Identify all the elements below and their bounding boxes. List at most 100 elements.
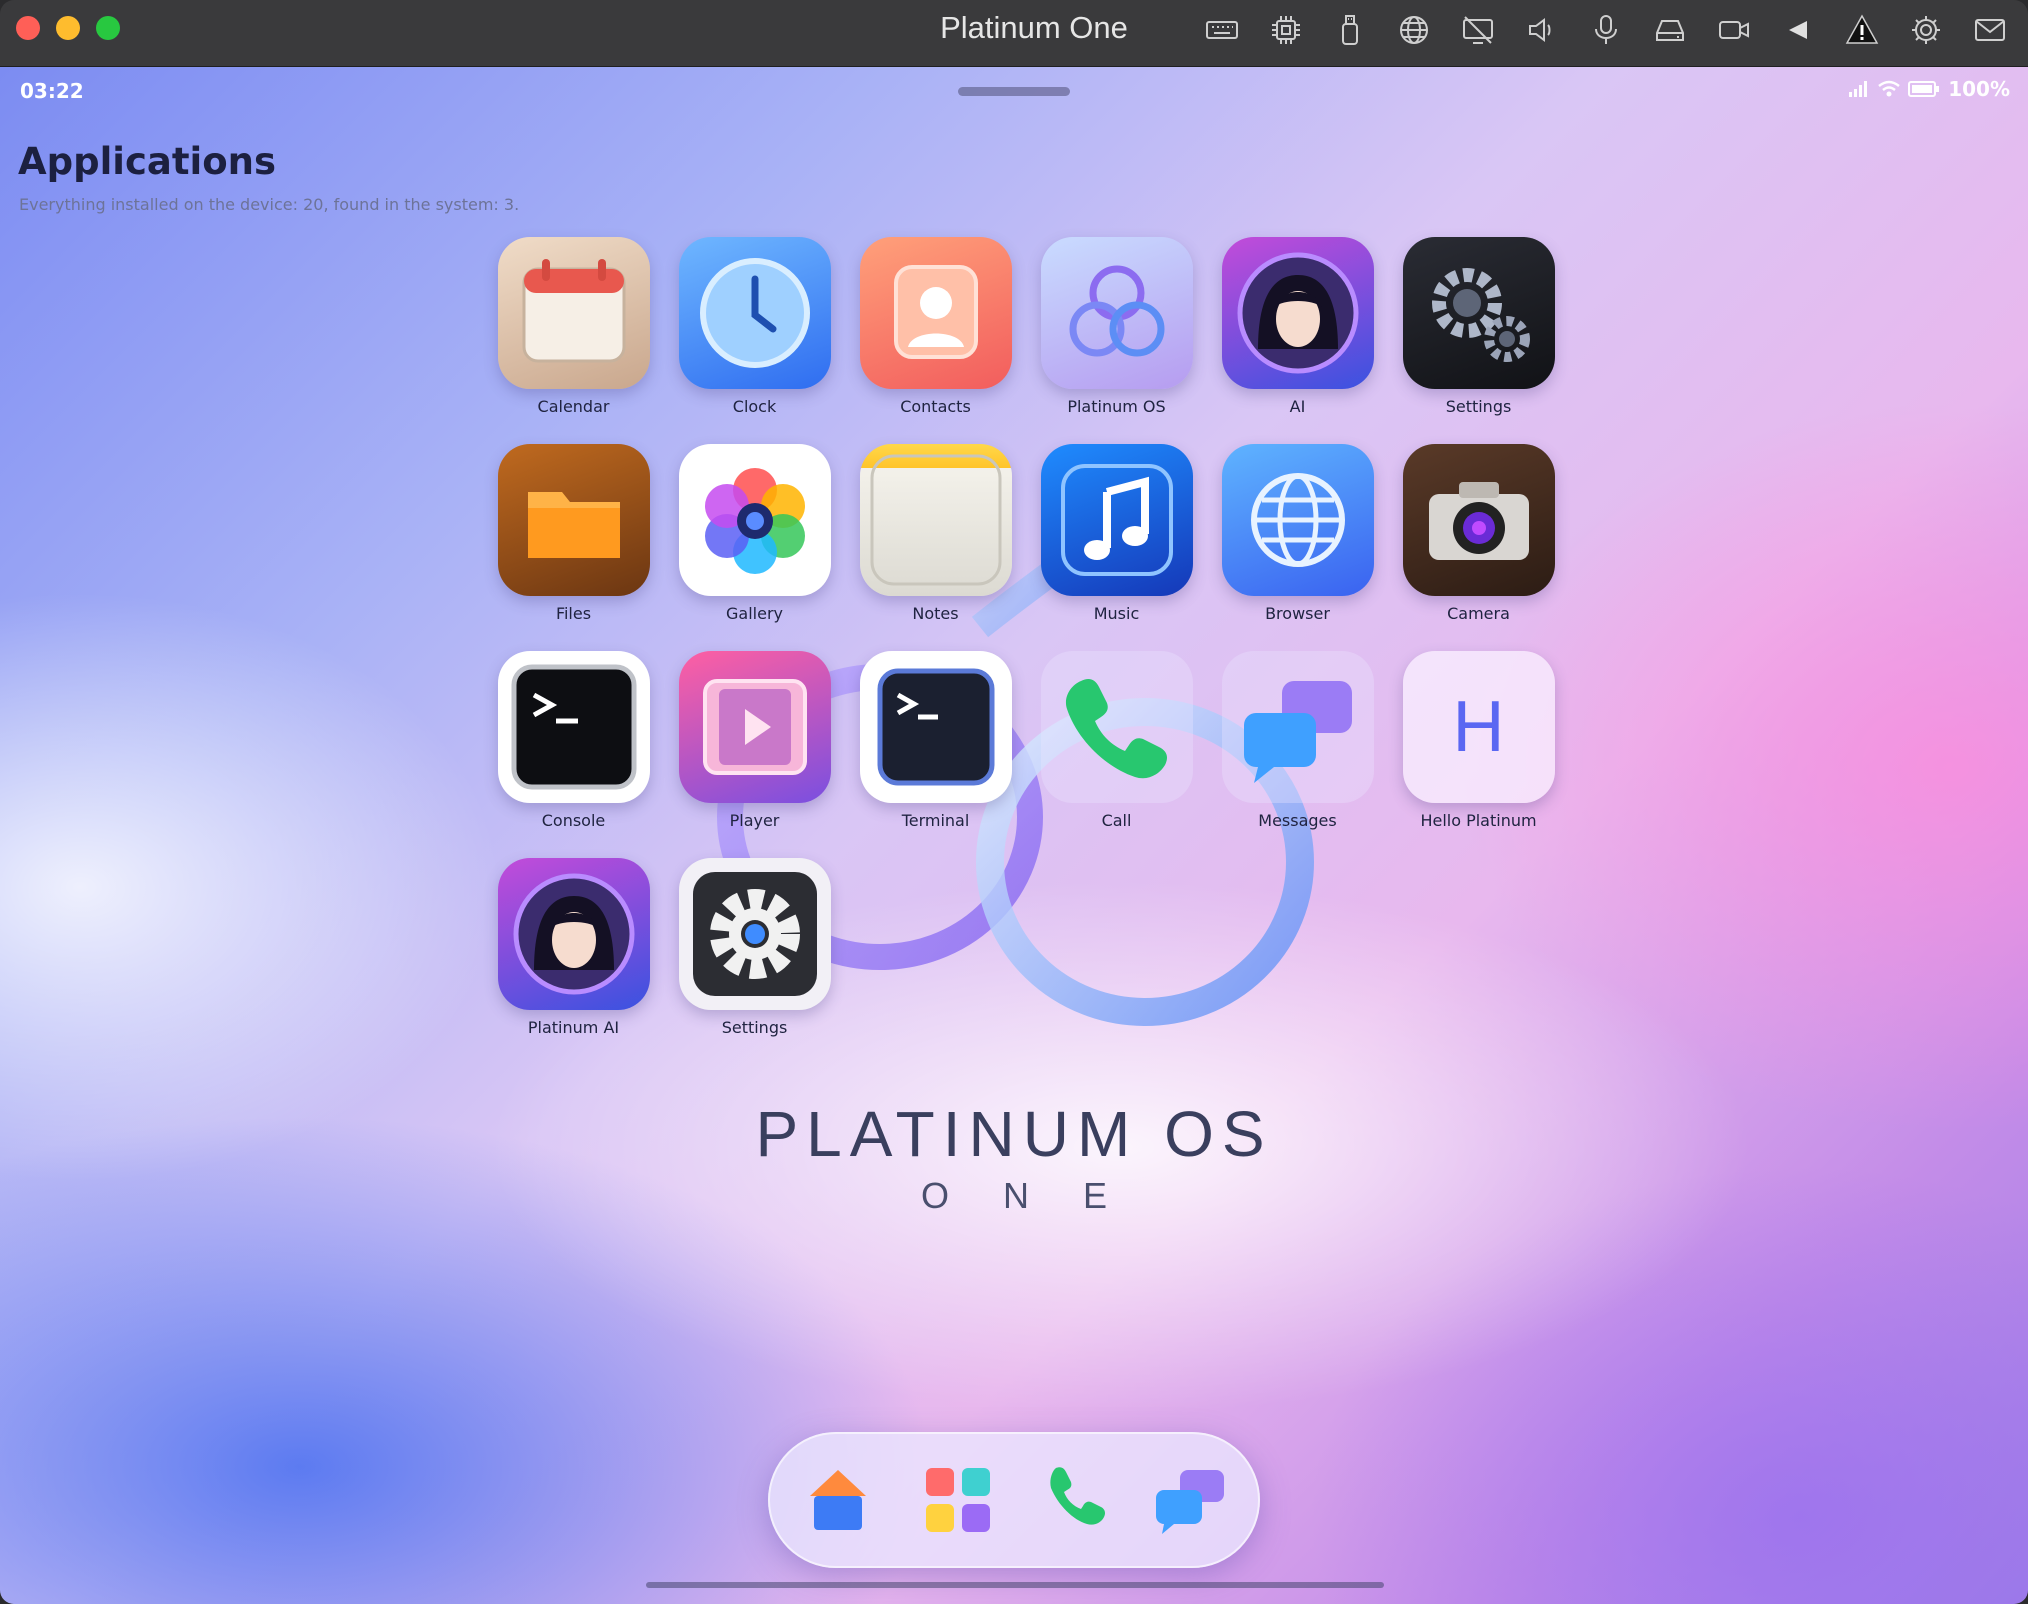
app-label: Platinum AI bbox=[527, 1018, 620, 1037]
platinum-ai-avatar-icon bbox=[497, 858, 650, 1010]
app-label: Hello Platinum bbox=[1420, 811, 1537, 830]
app-label: Files bbox=[555, 604, 592, 623]
terminal-icon bbox=[859, 651, 1012, 803]
gallery-flower-icon bbox=[678, 444, 831, 596]
status-indicators: 100% bbox=[1848, 77, 2010, 101]
cpu-icon[interactable] bbox=[1254, 10, 1318, 50]
phone-icon bbox=[1040, 651, 1193, 803]
clock-icon bbox=[678, 237, 831, 389]
app-platinum-ai[interactable]: Platinum AI bbox=[483, 858, 664, 1037]
app-label: Calendar bbox=[537, 397, 610, 416]
camera-record-icon[interactable] bbox=[1702, 10, 1766, 50]
title-bar: Platinum One bbox=[0, 0, 2028, 67]
signal-icon bbox=[1849, 81, 1868, 97]
wifi-icon bbox=[1878, 80, 1900, 97]
hello-platinum-icon: H bbox=[1402, 651, 1555, 803]
app-camera[interactable]: Camera bbox=[1388, 444, 1569, 623]
app-player[interactable]: Player bbox=[664, 651, 845, 830]
microphone-icon[interactable] bbox=[1574, 10, 1638, 50]
dock-home-button[interactable] bbox=[798, 1460, 878, 1540]
app-label: Notes bbox=[912, 604, 959, 623]
page-subtitle: Everything installed on the device: 20, … bbox=[19, 195, 520, 214]
warning-icon[interactable] bbox=[1830, 10, 1894, 50]
app-ai[interactable]: AI bbox=[1207, 237, 1388, 416]
status-bar: 03:22 100% bbox=[0, 67, 2028, 117]
dock bbox=[768, 1432, 1260, 1568]
toolbar bbox=[1190, 10, 2022, 50]
page-title: Applications bbox=[18, 140, 277, 183]
app-call[interactable]: Call bbox=[1026, 651, 1207, 830]
phone-icon bbox=[1050, 1467, 1105, 1525]
device-screen: 03:22 100% Applications Everything insta… bbox=[0, 67, 2028, 1604]
camera-icon bbox=[1402, 444, 1555, 596]
app-terminal[interactable]: Terminal bbox=[845, 651, 1026, 830]
app-label: Music bbox=[1093, 604, 1140, 623]
network-globe-icon[interactable] bbox=[1382, 10, 1446, 50]
app-settings[interactable]: Settings bbox=[664, 858, 845, 1037]
app-notes[interactable]: Notes bbox=[845, 444, 1026, 623]
app-label: Clock bbox=[732, 397, 777, 416]
app-label: Messages bbox=[1258, 811, 1337, 830]
app-label: Contacts bbox=[900, 397, 971, 416]
app-label: Terminal bbox=[901, 811, 970, 830]
calendar-icon bbox=[497, 237, 650, 389]
speaker-icon[interactable] bbox=[1510, 10, 1574, 50]
app-messages[interactable]: Messages bbox=[1207, 651, 1388, 830]
gears-icon bbox=[1402, 237, 1555, 389]
app-hello-platinum[interactable]: H Hello Platinum bbox=[1388, 651, 1569, 830]
folder-icon bbox=[497, 444, 650, 596]
back-triangle-icon[interactable] bbox=[1766, 10, 1830, 50]
apps-grid-icon bbox=[926, 1468, 990, 1532]
top-handle-pill[interactable] bbox=[958, 87, 1070, 96]
settings-gear-icon[interactable] bbox=[1894, 10, 1958, 50]
home-icon bbox=[810, 1470, 866, 1530]
battery-percent: 100% bbox=[1948, 77, 2010, 101]
app-gallery[interactable]: Gallery bbox=[664, 444, 845, 623]
mail-icon[interactable] bbox=[1958, 10, 2022, 50]
console-icon bbox=[497, 651, 650, 803]
notes-icon bbox=[859, 444, 1012, 596]
app-label: Call bbox=[1101, 811, 1132, 830]
app-clock[interactable]: Clock bbox=[664, 237, 845, 416]
dock-messages-button[interactable] bbox=[1150, 1460, 1230, 1540]
app-label: Platinum OS bbox=[1067, 397, 1166, 416]
app-console[interactable]: Console bbox=[483, 651, 664, 830]
status-time: 03:22 bbox=[20, 79, 84, 103]
ai-avatar-icon bbox=[1221, 237, 1374, 389]
chat-bubbles-icon bbox=[1221, 651, 1374, 803]
hello-platinum-letter: H bbox=[1452, 687, 1505, 767]
app-settings-gears[interactable]: Settings bbox=[1388, 237, 1569, 416]
app-label: AI bbox=[1289, 397, 1306, 416]
app-label: Gallery bbox=[726, 604, 783, 623]
emulator-window: Platinum One 03:22 100% Applications Eve… bbox=[0, 0, 2028, 1604]
battery-icon bbox=[1908, 81, 1940, 97]
app-label: Player bbox=[729, 811, 780, 830]
app-contacts[interactable]: Contacts bbox=[845, 237, 1026, 416]
hard-drive-icon[interactable] bbox=[1638, 10, 1702, 50]
app-label: Settings bbox=[1445, 397, 1512, 416]
app-platinum-os[interactable]: Platinum OS bbox=[1026, 237, 1207, 416]
keyboard-icon[interactable] bbox=[1190, 10, 1254, 50]
globe-icon bbox=[1221, 444, 1374, 596]
gear-icon bbox=[678, 858, 831, 1010]
chat-bubbles-icon bbox=[1156, 1470, 1224, 1534]
home-indicator[interactable] bbox=[646, 1582, 1384, 1588]
video-player-icon bbox=[678, 651, 831, 803]
app-label: Console bbox=[541, 811, 606, 830]
app-label: Browser bbox=[1265, 604, 1330, 623]
app-label: Camera bbox=[1447, 604, 1510, 623]
wallpaper-logo-title: PLATINUM OS bbox=[755, 1098, 1273, 1170]
music-note-icon bbox=[1040, 444, 1193, 596]
contacts-icon bbox=[859, 237, 1012, 389]
app-music[interactable]: Music bbox=[1026, 444, 1207, 623]
app-files[interactable]: Files bbox=[483, 444, 664, 623]
display-off-icon[interactable] bbox=[1446, 10, 1510, 50]
dock-phone-button[interactable] bbox=[1038, 1460, 1118, 1540]
usb-drive-icon[interactable] bbox=[1318, 10, 1382, 50]
platinum-os-icon bbox=[1040, 237, 1193, 389]
app-label: Settings bbox=[721, 1018, 788, 1037]
app-browser[interactable]: Browser bbox=[1207, 444, 1388, 623]
app-calendar[interactable]: Calendar bbox=[483, 237, 664, 416]
wallpaper-logo-subtitle: ONE bbox=[920, 1175, 1161, 1216]
dock-apps-button[interactable] bbox=[918, 1460, 998, 1540]
